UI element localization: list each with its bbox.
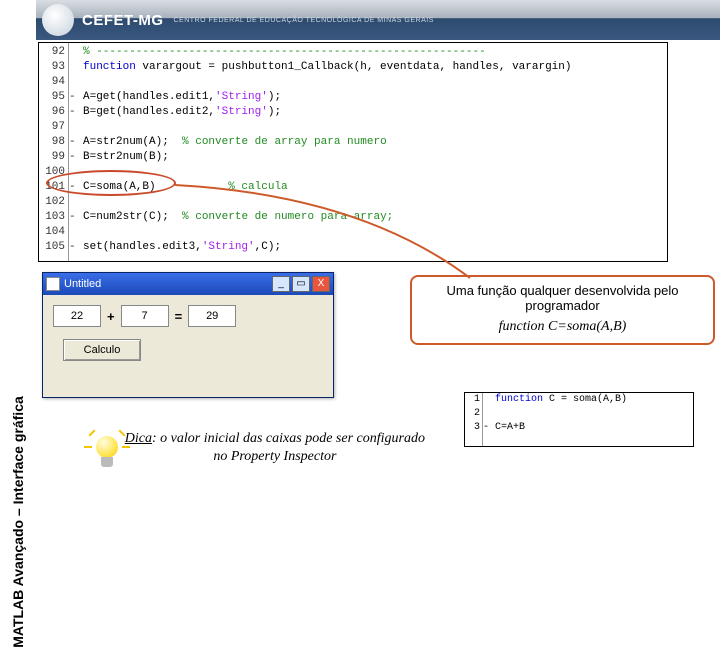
maximize-button[interactable]: ▭ [292,276,310,292]
breakpoint-gutter: - - - - - - - [69,43,83,261]
callout-note: Uma função qualquer desenvolvida pelo pr… [410,275,715,345]
plus-label: + [107,309,115,324]
brand-name: CEFET-MG [82,12,164,29]
tip-block: Dica: o valor inicial das caixas pode se… [86,430,426,482]
equals-label: = [175,309,183,324]
lightbulb-icon [86,430,116,482]
input-a[interactable]: 22 [53,305,101,327]
tip-body: : o valor inicial das caixas pode ser co… [152,431,425,464]
output-c[interactable]: 29 [188,305,236,327]
gui-body: 22 + 7 = 29 Calculo [43,295,333,397]
window-title: Untitled [64,278,272,290]
brand-header: CEFET-MG CENTRO FEDERAL DE EDUCAÇÃO TECN… [36,0,720,40]
tip-text: Dica: o valor inicial das caixas pode se… [124,430,426,466]
function-snippet: 1 2 3 - function C = soma(A,B) C=A+B [464,392,694,447]
note-text: Uma função qualquer desenvolvida pelo pr… [422,283,703,313]
logo-icon [42,4,74,36]
minimize-button[interactable]: _ [272,276,290,292]
callout-highlight-ellipse [46,170,176,196]
close-button[interactable]: X [312,276,330,292]
app-icon [46,277,60,291]
snippet-gutter: 1 2 3 [465,393,483,446]
note-code: function C=soma(A,B) [422,319,703,335]
input-b[interactable]: 7 [121,305,169,327]
line-gutter: 92 93 94 95 96 97 98 99 100 101 102 103 … [39,43,69,261]
gui-window: Untitled _ ▭ X 22 + 7 = 29 Calculo [42,272,334,398]
calculate-button[interactable]: Calculo [63,339,141,361]
tip-label: Dica [125,431,152,446]
titlebar: Untitled _ ▭ X [43,273,333,295]
vertical-caption-text: MATLAB Avançado – Interface gráfica [10,396,26,648]
vertical-caption: MATLAB Avançado – Interface gráfica [0,0,36,540]
snippet-code: function C = soma(A,B) C=A+B [495,393,693,446]
brand-subtitle: CENTRO FEDERAL DE EDUCAÇÃO TECNOLÓGICA D… [174,17,434,24]
code-editor: 92 93 94 95 96 97 98 99 100 101 102 103 … [38,42,668,262]
code-body: % --------------------------------------… [83,43,667,261]
snippet-dash: - [483,393,495,446]
